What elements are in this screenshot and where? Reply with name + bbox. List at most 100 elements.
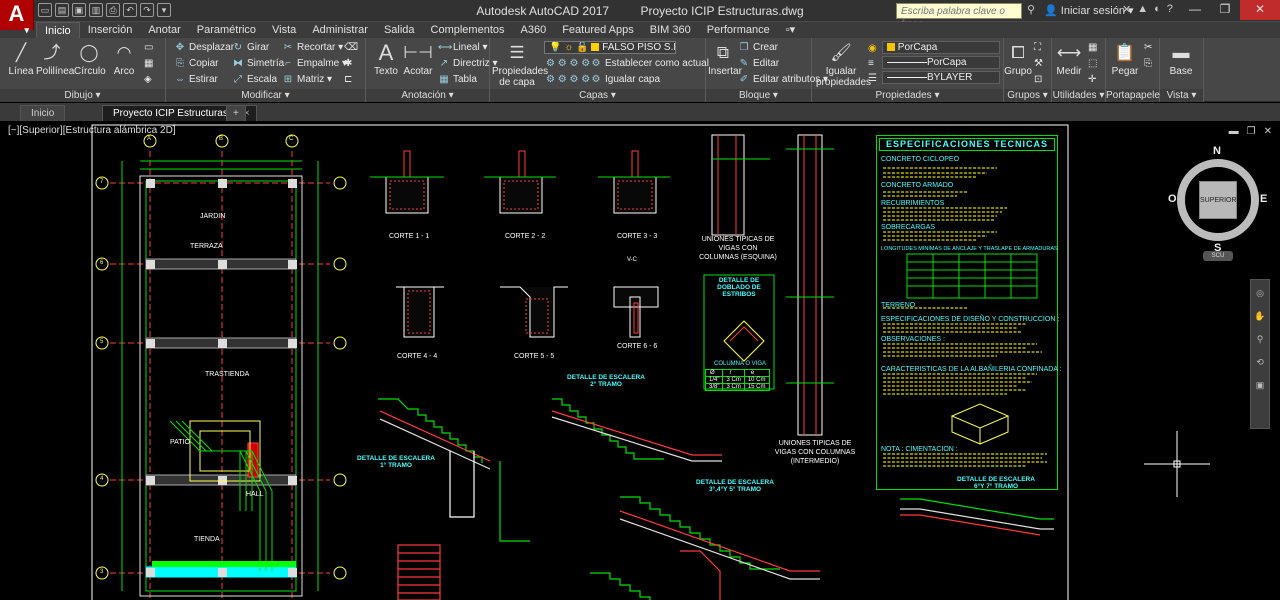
panel-dibujo-title[interactable]: Dibujo ▾ bbox=[0, 89, 165, 102]
leader-tool[interactable]: ↗ Directriz ▾ bbox=[438, 56, 498, 71]
stretch-tool[interactable]: ⇔ Estirar bbox=[174, 72, 218, 87]
layer-tools-row-1[interactable]: ⚙ ⚙ ⚙ ⚙ bbox=[546, 56, 590, 71]
doc-tab-start[interactable]: Inicio bbox=[20, 105, 66, 121]
panel-vista-title[interactable]: Vista ▾ bbox=[1160, 89, 1203, 102]
showmotion-icon[interactable]: ▣ bbox=[1256, 380, 1265, 391]
a360-icon[interactable]: ▲ bbox=[1137, 3, 1148, 16]
search-input[interactable]: Escriba palabra clave o frase bbox=[896, 3, 1022, 30]
match-layer-tool[interactable]: ⚙ Igualar capa bbox=[590, 72, 661, 87]
panel-bloque-title[interactable]: Bloque ▾ bbox=[706, 89, 811, 102]
set-current-icon: ⚙ bbox=[591, 58, 601, 69]
stay-connected-icon[interactable]: ◐ bbox=[1154, 3, 1161, 16]
explode-icon[interactable]: ✱ bbox=[344, 56, 352, 71]
dimension-tool[interactable]: ⊢⊣ Acotar bbox=[402, 40, 434, 78]
group-tool[interactable]: ⧠ Grupo bbox=[1004, 40, 1032, 78]
signin-button[interactable]: 👤 Iniciar sesión ▾ bbox=[1044, 4, 1134, 17]
group-edit-icon[interactable]: ⚒ bbox=[1034, 56, 1043, 71]
cut-icon[interactable]: ✂ bbox=[1144, 40, 1152, 55]
help-icon[interactable]: ? bbox=[1167, 3, 1173, 16]
restore-button[interactable]: ❐ bbox=[1210, 0, 1240, 20]
lineweight-dropdown[interactable]: BYLAYER bbox=[882, 71, 1000, 84]
base-view-tool[interactable]: ▬ Base bbox=[1166, 40, 1196, 78]
panel-propiedades-title[interactable]: Propiedades ▾ bbox=[812, 89, 1003, 102]
ungroup-icon[interactable]: ⛶ bbox=[1034, 40, 1041, 55]
ribbon-tab-inicio[interactable]: Inicio bbox=[36, 22, 80, 38]
linear-tool[interactable]: ⟷Lineal ▾ bbox=[438, 40, 488, 55]
array-tool[interactable]: ⊞ Matriz ▾ bbox=[282, 72, 332, 87]
minimize-button[interactable]: — bbox=[1180, 0, 1210, 20]
panel-anotacion-title[interactable]: Anotación ▾ bbox=[366, 89, 489, 102]
move-tool[interactable]: ✥ Desplazar bbox=[174, 40, 234, 55]
new-tab-button[interactable]: + bbox=[226, 105, 246, 121]
panel-portapapeles-title[interactable]: Portapapeles bbox=[1106, 89, 1165, 102]
rotate-tool[interactable]: ↻ Girar bbox=[232, 40, 269, 55]
mirror-tool[interactable]: ⧓ Simetría bbox=[232, 56, 284, 71]
scale-tool[interactable]: ⤢ Escala bbox=[232, 72, 277, 87]
set-current-tool[interactable]: ⚙ Establecer como actual bbox=[590, 56, 709, 71]
create-block-tool[interactable]: ❐ Crear bbox=[738, 40, 779, 55]
paste-tool[interactable]: 📋 Pegar bbox=[1110, 40, 1140, 78]
color-dropdown[interactable]: PorCapa bbox=[882, 41, 1000, 54]
stirrup-table-cell: 3/8" bbox=[704, 383, 724, 391]
viewport-controls-label[interactable]: [−][Superior][Estructura alámbrica 2D] bbox=[8, 125, 176, 136]
compass-west[interactable]: O bbox=[1168, 193, 1177, 205]
compass-east[interactable]: E bbox=[1260, 193, 1267, 205]
ribbon-tab-insercion[interactable]: Inserción bbox=[80, 22, 141, 38]
ribbon-tab-a360[interactable]: A360 bbox=[513, 22, 555, 38]
group-select-icon[interactable]: ⊡ bbox=[1034, 72, 1042, 87]
ribbon-tab-vista[interactable]: Vista bbox=[264, 22, 304, 38]
ribbon-tab-salida[interactable]: Salida bbox=[376, 22, 423, 38]
measure-tool[interactable]: ⟷ Medir bbox=[1054, 40, 1084, 78]
ribbon-minimize-toggle[interactable]: ▫▾ bbox=[778, 22, 803, 38]
table-tool[interactable]: ▦ Tabla bbox=[438, 72, 477, 87]
orbit-icon[interactable]: ⟲ bbox=[1256, 357, 1264, 368]
rectangle-icon[interactable]: ▭ bbox=[144, 40, 153, 55]
layer-tools-row-2[interactable]: ⚙ ⚙ ⚙ ⚙ bbox=[546, 72, 590, 87]
ribbon-tab-administrar[interactable]: Administrar bbox=[304, 22, 376, 38]
viewcube[interactable]: SUPERIOR N S E O bbox=[1168, 145, 1268, 265]
polyline-tool[interactable]: ⤴ Polilínea bbox=[36, 40, 74, 78]
steering-wheel-icon[interactable]: ◎ bbox=[1256, 288, 1264, 299]
ribbon-tab-bim360[interactable]: BIM 360 bbox=[642, 22, 699, 38]
exchange-icon[interactable]: ✕ bbox=[1122, 3, 1131, 16]
copy-clip-icon[interactable]: ⎘ bbox=[1144, 56, 1152, 71]
ribbon-tab-complementos[interactable]: Complementos bbox=[423, 22, 513, 38]
offset-icon[interactable]: ⊏ bbox=[344, 72, 352, 87]
arc-tool[interactable]: ◠ Arco bbox=[110, 40, 138, 78]
line-tool[interactable]: ╱ Línea bbox=[6, 40, 36, 78]
ribbon-tab-anotar[interactable]: Anotar bbox=[140, 22, 188, 38]
erase-icon[interactable]: ⌫ bbox=[344, 40, 358, 55]
ribbon-tab-parametrico[interactable]: Paramétrico bbox=[189, 22, 264, 38]
drawing-canvas[interactable]: [−][Superior][Estructura alámbrica 2D] ▬… bbox=[0, 121, 1280, 600]
ribbon-tab-featured-apps[interactable]: Featured Apps bbox=[554, 22, 642, 38]
layer-dropdown[interactable]: 💡 ☼ 🔓 FALSO PISO S.H. 2 ▾ bbox=[544, 41, 676, 54]
linetype-dropdown[interactable]: PorCapa bbox=[882, 56, 1000, 69]
insert-tool[interactable]: ⧉ Insertar bbox=[708, 40, 742, 78]
application-menu-button[interactable]: A ▾ bbox=[0, 0, 34, 35]
calculator-icon[interactable]: ▦ bbox=[1088, 40, 1097, 55]
panel-utilidades-title[interactable]: Utilidades ▾ bbox=[1052, 89, 1105, 102]
ucs-menu[interactable]: SCU bbox=[1203, 251, 1233, 261]
viewcube-face[interactable]: SUPERIOR bbox=[1199, 181, 1237, 219]
hatch-icon[interactable]: ▦ bbox=[144, 56, 153, 71]
ribbon-tab-performance[interactable]: Performance bbox=[699, 22, 778, 38]
copy-tool[interactable]: ⎘ Copiar bbox=[174, 56, 218, 71]
edit-block-tool[interactable]: ✎ Editar bbox=[738, 56, 779, 71]
zoom-icon[interactable]: ⚲ bbox=[1257, 334, 1264, 345]
layer-properties-tool[interactable]: ☰ Propiedades de capa bbox=[492, 40, 548, 89]
pan-icon[interactable]: ✋ bbox=[1254, 311, 1265, 322]
binoculars-icon[interactable]: ⚲ bbox=[1027, 3, 1035, 16]
text-tool[interactable]: A Texto bbox=[370, 40, 402, 77]
more-draw-icon[interactable]: ◈ bbox=[144, 72, 152, 87]
compass-north[interactable]: N bbox=[1213, 145, 1221, 157]
panel-modificar-title[interactable]: Modificar ▾ bbox=[166, 89, 365, 102]
select-all-icon[interactable]: ⬚ bbox=[1088, 56, 1097, 71]
fillet-tool[interactable]: ⌐ Empalme ▾ bbox=[282, 56, 347, 71]
point-icon[interactable]: ✛ bbox=[1088, 72, 1096, 87]
close-button[interactable]: ✕ bbox=[1240, 0, 1280, 20]
panel-capas-title[interactable]: Capas ▾ bbox=[490, 89, 705, 102]
panel-grupos-title[interactable]: Grupos ▾ bbox=[1004, 89, 1051, 102]
circle-tool[interactable]: ◯ Círculo bbox=[74, 40, 106, 78]
match-properties-tool[interactable]: 🖌 Igualar propiedades bbox=[816, 40, 871, 89]
trim-tool[interactable]: ✂ Recortar ▾ bbox=[282, 40, 343, 55]
